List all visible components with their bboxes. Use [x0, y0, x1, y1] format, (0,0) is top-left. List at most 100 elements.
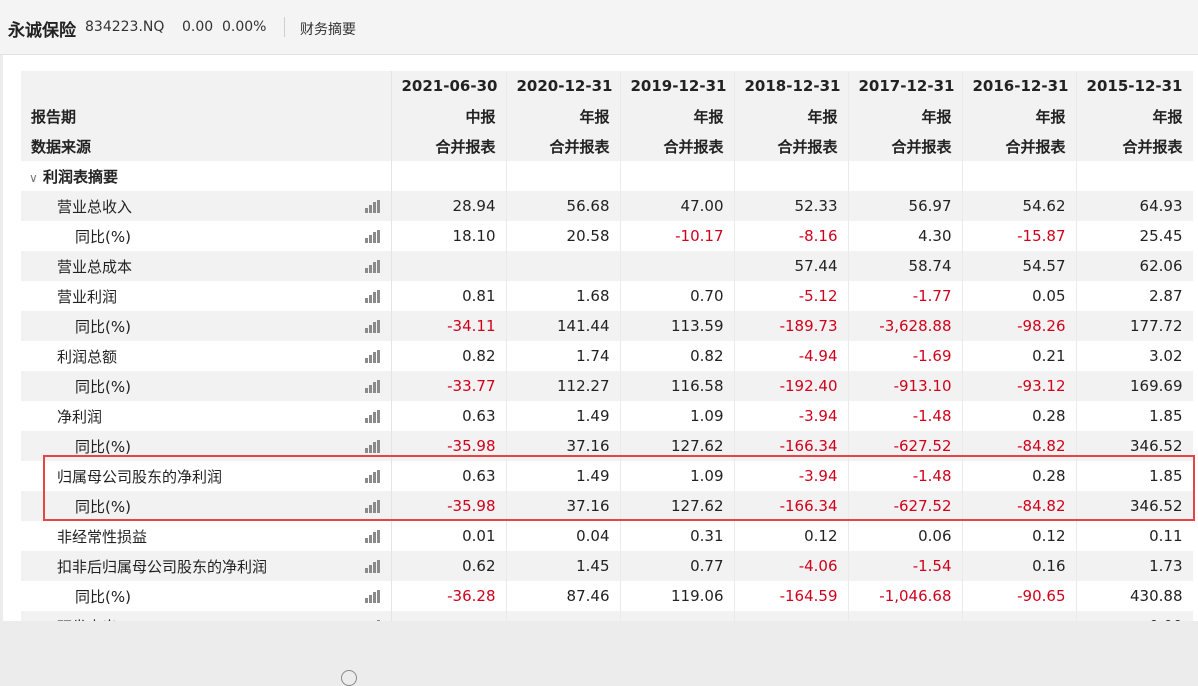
value-cell: 1.49: [506, 461, 621, 491]
value-cell: 1.09: [620, 401, 735, 431]
bar-chart-icon[interactable]: [364, 410, 381, 423]
header-type[interactable]: 年报: [620, 101, 735, 131]
value-cell: 0.01: [391, 521, 507, 551]
value-cell: 0.28: [962, 461, 1077, 491]
row-label-text: 同比(%): [75, 317, 131, 336]
bar-chart-icon[interactable]: [364, 530, 381, 543]
value-cell: -627.52: [848, 491, 963, 521]
header-source[interactable]: 合并报表: [1076, 131, 1193, 161]
value-cell: -1.69: [848, 341, 963, 371]
empty-cell: [620, 161, 735, 191]
header-date[interactable]: 2018-12-31: [734, 71, 849, 101]
value-cell: 0.81: [391, 281, 507, 311]
empty-cell: [391, 161, 507, 191]
value-cell: -192.40: [734, 371, 849, 401]
header-type[interactable]: 年报: [848, 101, 963, 131]
value-cell: [506, 611, 621, 621]
value-cell: -627.52: [848, 431, 963, 461]
bar-chart-icon[interactable]: [364, 590, 381, 603]
header-type[interactable]: 中报: [391, 101, 507, 131]
bar-chart-icon[interactable]: [364, 560, 381, 573]
value-cell: -4.06: [734, 551, 849, 581]
row-label-text: 扣非后归属母公司股东的净利润: [57, 557, 268, 576]
row-label: 营业利润: [21, 281, 392, 311]
value-cell: -3,628.88: [848, 311, 963, 341]
bar-chart-icon[interactable]: [364, 380, 381, 393]
value-cell: 0.28: [962, 401, 1077, 431]
value-cell: 116.58: [620, 371, 735, 401]
bar-chart-icon[interactable]: [364, 470, 381, 483]
value-cell: -166.34: [734, 431, 849, 461]
row-label: 利润总额: [21, 341, 392, 371]
row-label-text: 营业总收入: [57, 197, 133, 216]
value-cell: [848, 611, 963, 621]
value-cell: 0.31: [620, 521, 735, 551]
value-cell: -1.54: [848, 551, 963, 581]
value-cell: [620, 251, 735, 281]
stock-price: 0.00: [182, 19, 214, 35]
bar-chart-icon[interactable]: [364, 440, 381, 453]
header-type[interactable]: 年报: [506, 101, 621, 131]
section-income-statement[interactable]: ∨ 利润表摘要: [21, 161, 392, 191]
bar-chart-icon[interactable]: [364, 350, 381, 363]
header-source[interactable]: 合并报表: [848, 131, 963, 161]
header-source[interactable]: 合并报表: [734, 131, 849, 161]
value-cell: -35.98: [391, 431, 507, 461]
value-cell: 54.57: [962, 251, 1077, 281]
header-date[interactable]: 2019-12-31: [620, 71, 735, 101]
header-row: 报告期 中报 年报 年报 年报 年报 年报 年报: [21, 101, 1193, 131]
value-cell: 4.30: [848, 221, 963, 251]
bar-chart-icon[interactable]: [364, 230, 381, 243]
header-source[interactable]: 合并报表: [962, 131, 1077, 161]
value-cell: 0.11: [1076, 521, 1193, 551]
chevron-down-icon[interactable]: ∨: [29, 171, 43, 185]
value-cell: 87.46: [506, 581, 621, 611]
header-type[interactable]: 年报: [962, 101, 1077, 131]
value-cell: 25.45: [1076, 221, 1193, 251]
value-cell: 3.02: [1076, 341, 1193, 371]
row-label: 扣非后归属母公司股东的净利润: [21, 551, 392, 581]
info-icon[interactable]: [341, 670, 357, 686]
row-label-text: 归属母公司股东的净利润: [57, 467, 223, 486]
bar-chart-icon[interactable]: [364, 500, 381, 513]
row-label: 同比(%): [21, 431, 392, 461]
value-cell: 47.00: [620, 191, 735, 221]
value-cell: 1.73: [1076, 551, 1193, 581]
header-date[interactable]: 2021-06-30: [391, 71, 507, 101]
menu-financial-summary[interactable]: 财务摘要: [300, 19, 356, 39]
row-label-text: 利润总额: [57, 347, 118, 366]
bar-chart-icon[interactable]: [364, 200, 381, 213]
table-row: 归属母公司股东的净利润 0.63 1.49 1.09 -3.94 -1.48 0.28 1.8…: [21, 461, 1193, 491]
header-date[interactable]: 2015-12-31: [1076, 71, 1193, 101]
row-label: 营业总成本: [21, 251, 392, 281]
row-label: 同比(%): [21, 491, 392, 521]
value-cell: 64.93: [1076, 191, 1193, 221]
header-source[interactable]: 合并报表: [391, 131, 507, 161]
row-label: 研发支出: [21, 611, 392, 622]
header-date[interactable]: 2017-12-31: [848, 71, 963, 101]
value-cell: 1.85: [1076, 461, 1193, 491]
value-cell: 1.74: [506, 341, 621, 371]
header-source[interactable]: 合并报表: [620, 131, 735, 161]
bar-chart-icon[interactable]: [364, 320, 381, 333]
bar-chart-icon[interactable]: [364, 260, 381, 273]
header-source[interactable]: 合并报表: [506, 131, 621, 161]
row-label-text: 研发支出: [57, 618, 117, 622]
header-date[interactable]: 2016-12-31: [962, 71, 1077, 101]
financial-summary-table: 2021-06-30 2020-12-31 2019-12-31 2018-12-31…: [21, 71, 1193, 621]
row-label: 同比(%): [21, 581, 392, 611]
empty-cell: [506, 161, 621, 191]
value-cell: [962, 611, 1077, 621]
value-cell: 57.44: [734, 251, 849, 281]
header-type[interactable]: 年报: [1076, 101, 1193, 131]
value-cell: 113.59: [620, 311, 735, 341]
row-label-text: 同比(%): [75, 497, 131, 516]
header-type[interactable]: 年报: [734, 101, 849, 131]
bar-chart-icon[interactable]: [364, 290, 381, 303]
table-container[interactable]: 2021-06-30 2020-12-31 2019-12-31 2018-12-31…: [21, 71, 1193, 621]
header-row: 数据来源 合并报表 合并报表 合并报表 合并报表 合并报表 合并报表 合并报表: [21, 131, 1193, 161]
header-date[interactable]: 2020-12-31: [506, 71, 621, 101]
value-cell: 62.06: [1076, 251, 1193, 281]
value-cell: 37.16: [506, 491, 621, 521]
row-label: 净利润: [21, 401, 392, 431]
